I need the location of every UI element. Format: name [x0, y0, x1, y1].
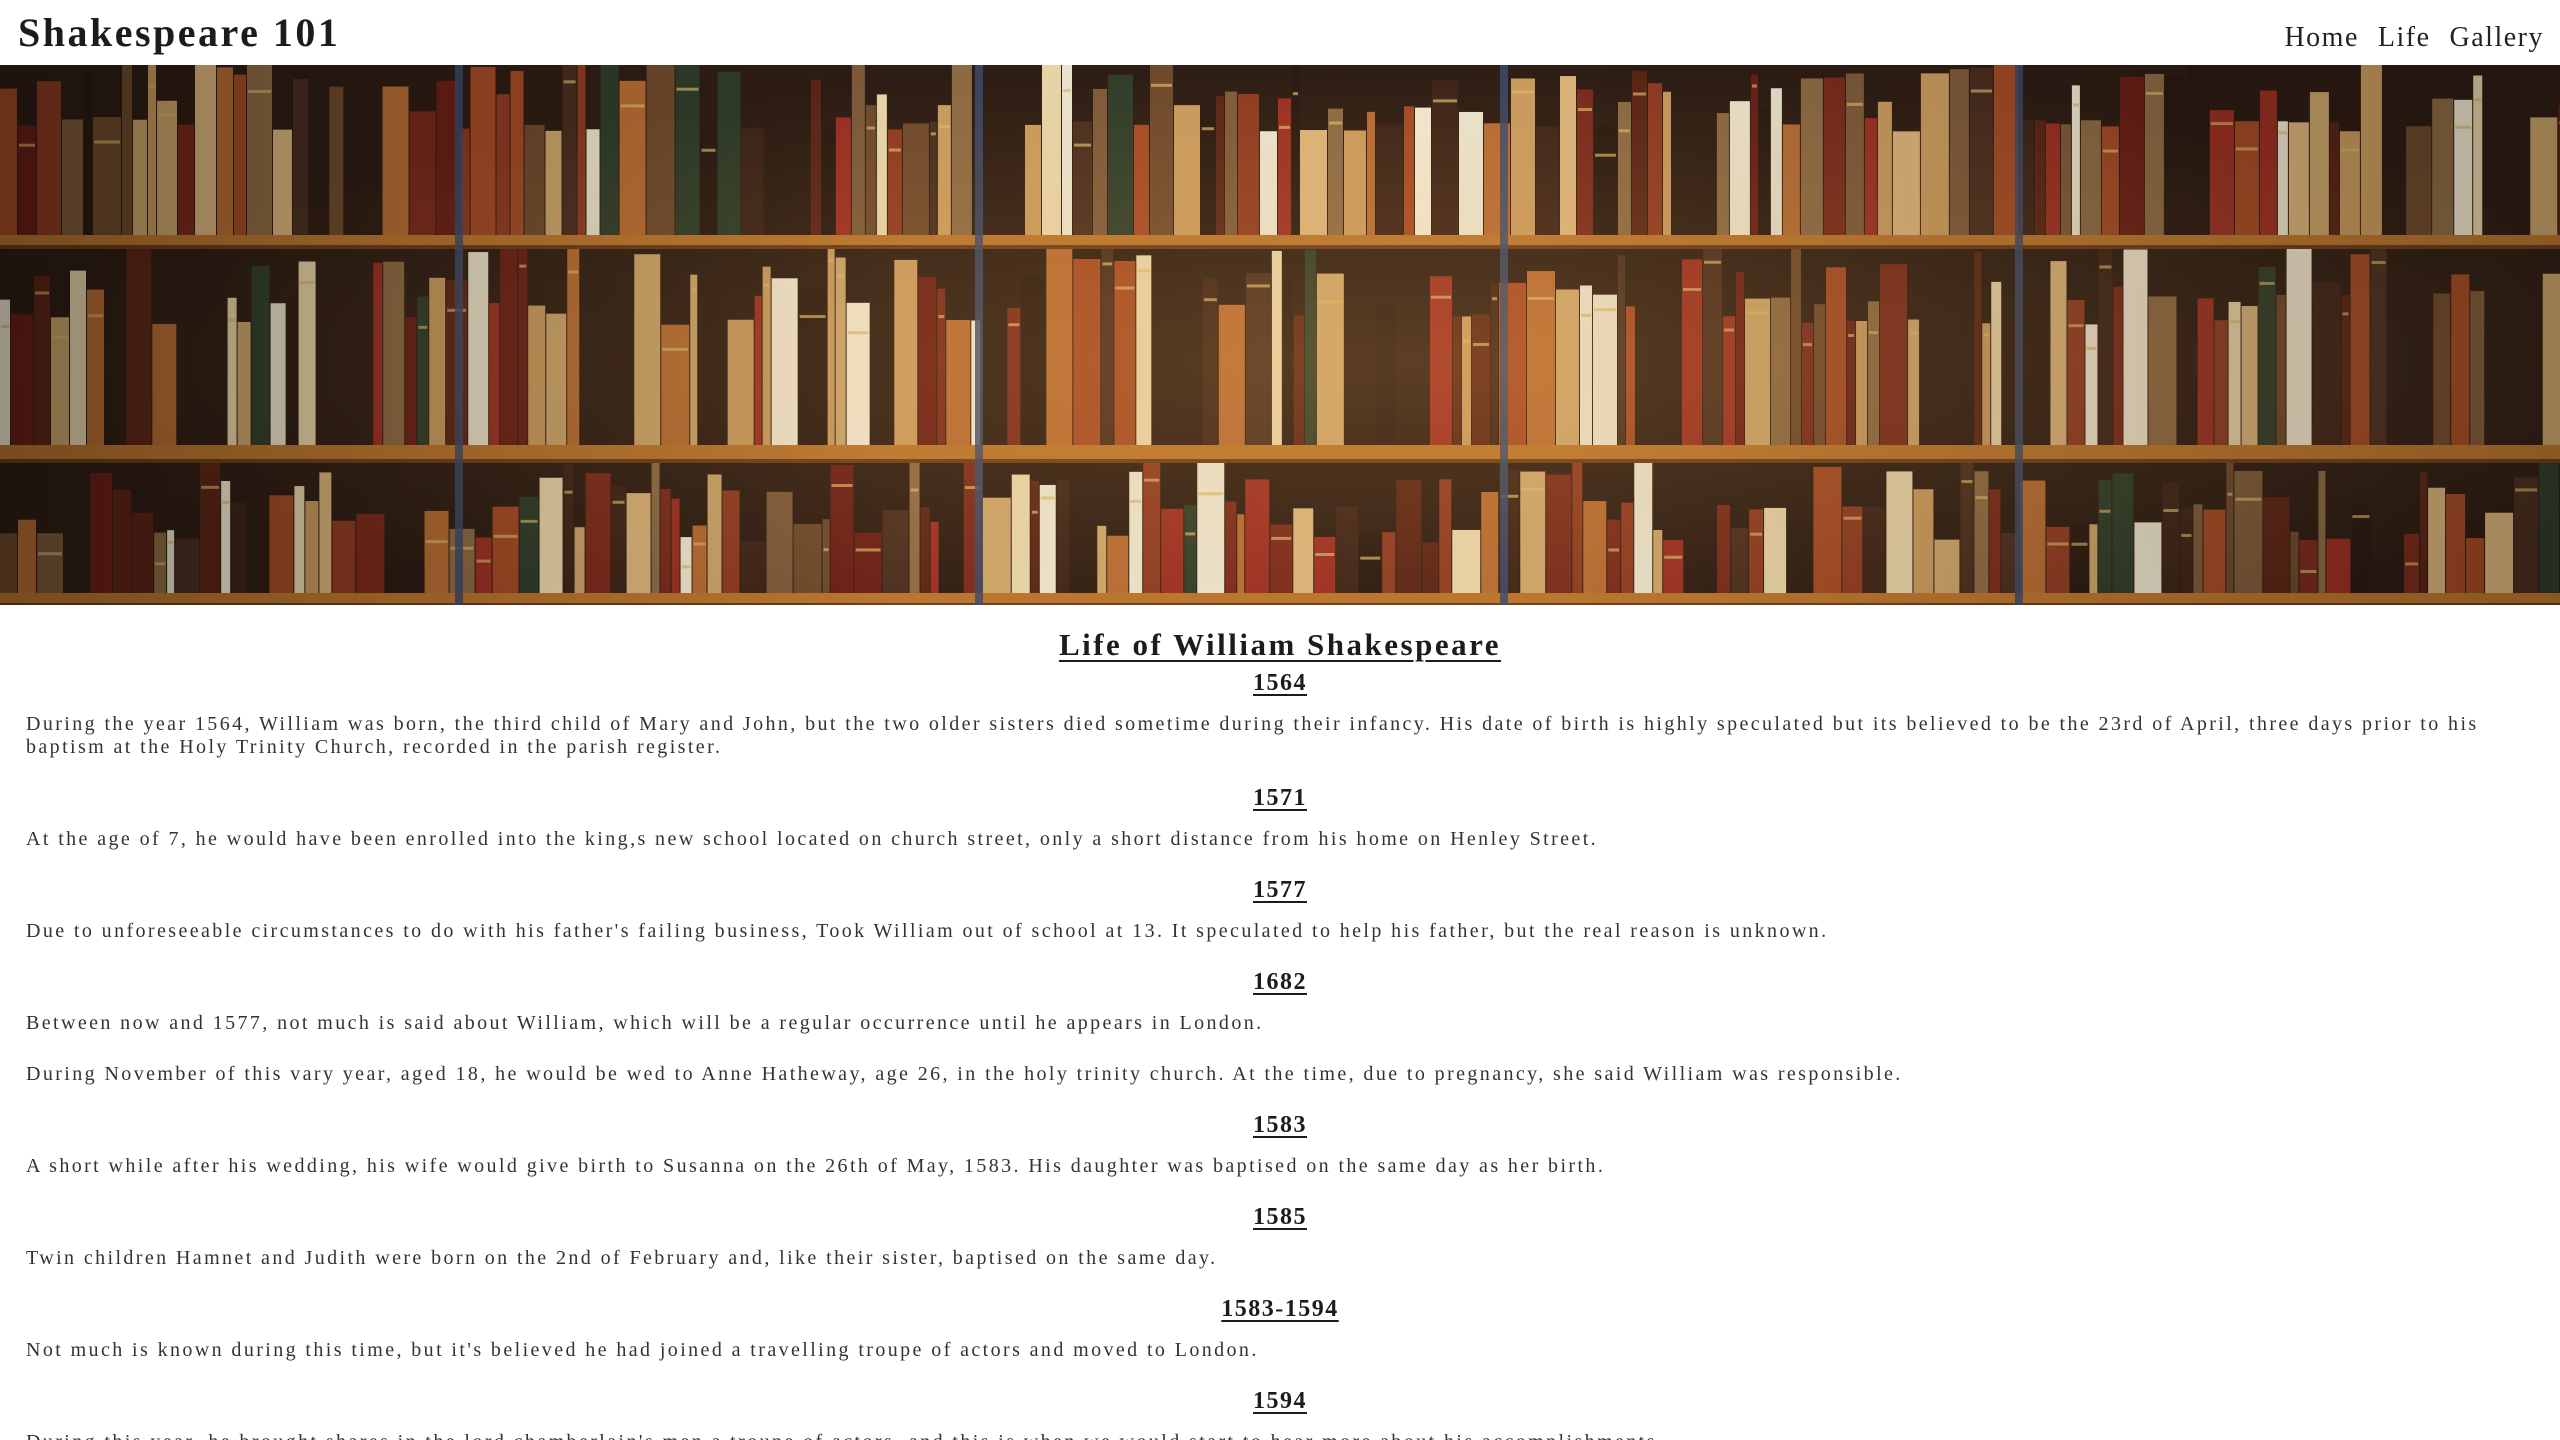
timeline-paragraph: At the age of 7, he would have been enro… — [26, 828, 1599, 850]
page-title: Life of William Shakespeare — [1058, 627, 1502, 662]
top-bar: Shakespeare 101 Home Life Gallery — [0, 0, 2560, 65]
timeline-paragraph: During November of this vary year, aged … — [26, 1063, 1903, 1085]
nav-gallery-link[interactable]: Gallery — [2450, 20, 2544, 56]
nav-home-link[interactable]: Home — [2284, 20, 2358, 56]
timeline-paragraph: Between now and 1577, not much is said a… — [26, 1012, 1264, 1034]
life-timeline: 1564 During the year 1564, William was bo… — [26, 665, 2534, 1440]
timeline-paragraph: A short while after his wedding, his wif… — [26, 1155, 1606, 1177]
year-heading: 1577 — [1253, 877, 1307, 903]
year-heading: 1594 — [1253, 1388, 1307, 1414]
year-heading: 1585 — [1253, 1204, 1307, 1230]
timeline-paragraph: Twin children Hamnet and Judith were bor… — [26, 1247, 1218, 1269]
timeline-paragraph: During this year, he brought shares in t… — [26, 1419, 2534, 1440]
year-heading: 1583 — [1253, 1112, 1307, 1138]
timeline-paragraph: Due to unforeseeable circumstances to do… — [26, 920, 1829, 942]
timeline-paragraph: Not much is known during this time, but … — [26, 1339, 1259, 1361]
bookshelf-illustration — [0, 65, 2560, 605]
year-heading: 1682 — [1253, 969, 1307, 995]
main-content: Life of William Shakespeare 1564 During t… — [0, 605, 2560, 1440]
year-heading: 1571 — [1253, 785, 1307, 811]
year-heading: 1583-1594 — [1221, 1296, 1339, 1322]
site-title[interactable]: Shakespeare 101 — [18, 8, 340, 58]
nav-life-link[interactable]: Life — [2378, 20, 2431, 56]
main-nav: Home Life Gallery — [2284, 20, 2544, 56]
timeline-paragraph: During the year 1564, William was born, … — [26, 713, 2479, 758]
bookshelf-banner-image — [0, 65, 2560, 605]
year-heading: 1564 — [1253, 670, 1307, 696]
